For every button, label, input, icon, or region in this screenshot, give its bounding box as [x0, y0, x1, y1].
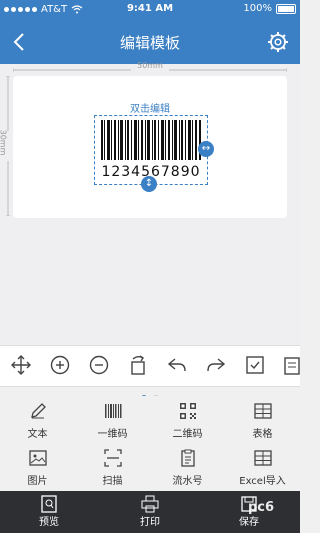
resize-horizontal-handle[interactable]: ↔: [198, 141, 214, 157]
select-icon[interactable]: [244, 354, 266, 376]
grid-item-table[interactable]: 表格: [225, 396, 300, 443]
text-icon: [30, 403, 46, 419]
height-label: 30mm: [0, 129, 8, 156]
battery-group: 100%: [243, 3, 296, 14]
double-click-hint: 双击编辑: [130, 104, 170, 115]
edit-toolbar: [0, 345, 300, 387]
copy-icon[interactable]: [283, 354, 305, 376]
print-label: 打印: [140, 517, 160, 528]
scan-icon: [103, 449, 122, 467]
table-icon: [253, 403, 272, 419]
preview-button[interactable]: 预览: [19, 495, 79, 528]
nav-bar: 编辑模板: [0, 20, 300, 64]
preview-icon: [41, 495, 57, 513]
grid-item-qrcode[interactable]: 二维码: [150, 396, 225, 443]
grid-item-scan[interactable]: 扫描: [75, 443, 150, 490]
save-label: 保存: [239, 517, 259, 528]
serial-icon: [180, 449, 195, 467]
move-icon[interactable]: [10, 354, 32, 376]
grid-item-label: 表格: [252, 429, 273, 440]
image-icon: [28, 450, 47, 466]
qrcode-icon: [179, 403, 196, 419]
zoom-out-icon[interactable]: [88, 354, 110, 376]
watermark: pc6: [247, 500, 274, 515]
barcode-element[interactable]: 1234567890: [94, 115, 208, 185]
grid-item-barcode[interactable]: 一维码: [75, 396, 150, 443]
grid-item-excel-import[interactable]: Excel导入: [225, 443, 300, 490]
excel-import-icon: [253, 450, 272, 466]
grid-item-label: 二维码: [172, 429, 203, 440]
zoom-in-icon[interactable]: [49, 354, 71, 376]
battery-percent: 100%: [243, 3, 272, 14]
width-ruler: 50mm: [13, 61, 287, 72]
height-ruler: 30mm: [0, 76, 12, 216]
grid-item-label: 流水号: [172, 476, 203, 487]
grid-item-label: 文本: [27, 429, 48, 440]
redo-icon[interactable]: [205, 354, 227, 376]
grid-item-label: Excel导入: [239, 476, 286, 487]
grid-item-label: 图片: [27, 476, 48, 487]
gear-icon[interactable]: [266, 30, 290, 54]
barcode-icon: [104, 404, 121, 418]
grid-item-label: 扫描: [102, 476, 123, 487]
page-indicator: [0, 386, 300, 401]
resize-vertical-handle[interactable]: ↕: [141, 176, 157, 192]
preview-label: 预览: [39, 517, 59, 528]
width-label: 50mm: [137, 61, 163, 70]
element-grid: 文本 一维码 二维码 表格 图片 扫描 流水号 Excel导入: [0, 396, 300, 491]
battery-icon: [276, 3, 296, 14]
printer-icon: [141, 495, 159, 513]
status-bar: AT&T 9:41 AM 100%: [0, 0, 300, 20]
grid-item-label: 一维码: [97, 429, 128, 440]
print-button[interactable]: 打印: [120, 495, 180, 528]
barcode-bars: [101, 120, 201, 160]
undo-icon[interactable]: [166, 354, 188, 376]
grid-item-image[interactable]: 图片: [0, 443, 75, 490]
grid-item-text[interactable]: 文本: [0, 396, 75, 443]
grid-item-serial[interactable]: 流水号: [150, 443, 225, 490]
rotate-icon[interactable]: [127, 354, 149, 376]
page-title: 编辑模板: [119, 34, 180, 52]
